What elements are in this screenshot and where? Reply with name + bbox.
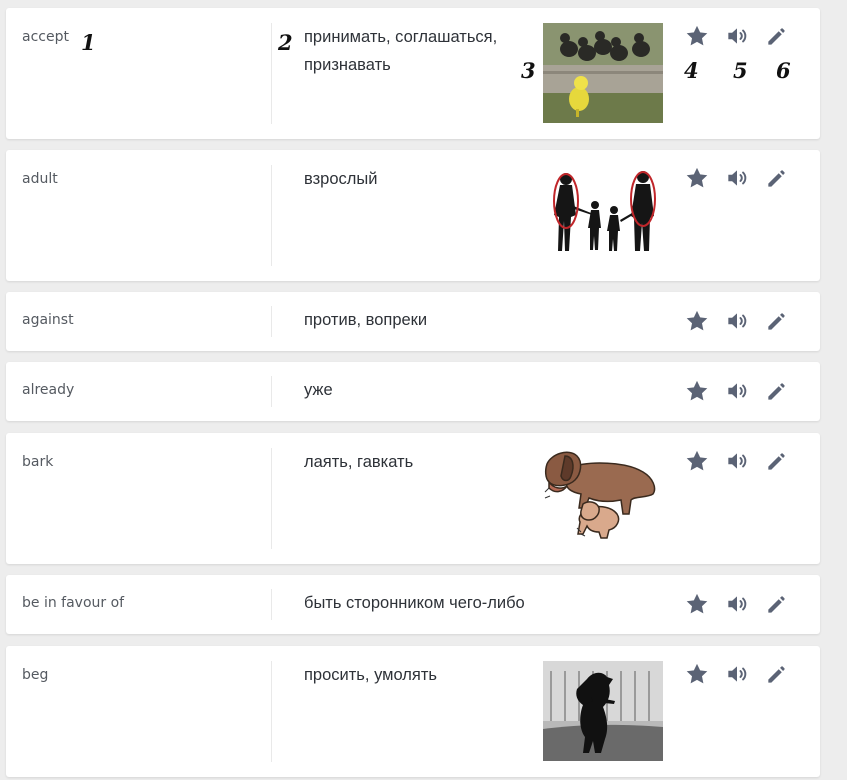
ducklings-image — [543, 23, 663, 123]
pronounce-button[interactable] — [724, 308, 750, 334]
edit-button[interactable] — [764, 23, 790, 49]
callout-number-1: 1 — [81, 30, 96, 55]
word-text: adult — [22, 171, 58, 187]
pronounce-button[interactable] — [724, 661, 750, 687]
column-divider — [271, 448, 272, 549]
word-text: against — [22, 312, 74, 328]
pencil-icon — [764, 591, 790, 617]
speaker-icon — [724, 448, 750, 474]
column-divider — [271, 165, 272, 266]
speaker-icon — [724, 661, 750, 687]
pencil-icon — [764, 308, 790, 334]
star-icon — [684, 378, 710, 404]
translation-text: быть сторонником чего-либо — [304, 594, 525, 612]
edit-button[interactable] — [764, 591, 790, 617]
pencil-icon — [764, 661, 790, 687]
speaker-icon — [724, 23, 750, 49]
favorite-button[interactable] — [684, 661, 710, 687]
favorite-button[interactable] — [684, 378, 710, 404]
column-divider — [271, 661, 272, 762]
begging-dog-image — [543, 661, 663, 761]
pronounce-button[interactable] — [724, 591, 750, 617]
word-text: already — [22, 382, 75, 398]
pencil-icon — [764, 165, 790, 191]
callout-number-2: 2 — [278, 30, 293, 55]
favorite-button[interactable] — [684, 23, 710, 49]
word-card: already уже — [6, 362, 820, 421]
translation-text: взрослый — [304, 170, 378, 188]
speaker-icon — [724, 165, 750, 191]
translation-text: лаять, гавкать — [304, 453, 414, 471]
star-icon — [684, 23, 710, 49]
word-list: accept принимать, соглашаться, признавать… — [0, 0, 847, 780]
column-divider — [271, 23, 272, 124]
word-text: be in favour of — [22, 595, 125, 611]
column-divider — [271, 376, 272, 407]
column-divider — [271, 306, 272, 337]
word-card: bark лаять, гавкать — [6, 433, 820, 564]
favorite-button[interactable] — [684, 165, 710, 191]
star-icon — [684, 591, 710, 617]
pencil-icon — [764, 448, 790, 474]
speaker-icon — [724, 591, 750, 617]
star-icon — [684, 165, 710, 191]
favorite-button[interactable] — [684, 448, 710, 474]
pronounce-button[interactable] — [724, 448, 750, 474]
word-card: beg просить, умолять — [6, 646, 820, 777]
pronounce-button[interactable] — [724, 23, 750, 49]
column-divider — [271, 589, 272, 620]
speaker-icon — [724, 378, 750, 404]
word-card: be in favour of быть сторонником чего-либ… — [6, 575, 820, 634]
word-card: against против, вопреки — [6, 292, 820, 351]
pencil-icon — [764, 378, 790, 404]
edit-button[interactable] — [764, 378, 790, 404]
barking-dogs-image — [543, 448, 663, 548]
pronounce-button[interactable] — [724, 165, 750, 191]
callout-number-4: 4 — [684, 58, 699, 83]
word-card: adult взрослый — [6, 150, 820, 281]
translation-text: против, вопреки — [304, 311, 428, 329]
edit-button[interactable] — [764, 308, 790, 334]
word-text: bark — [22, 454, 54, 470]
edit-button[interactable] — [764, 661, 790, 687]
favorite-button[interactable] — [684, 308, 710, 334]
pencil-icon — [764, 23, 790, 49]
star-icon — [684, 448, 710, 474]
translation-text: уже — [304, 381, 333, 399]
word-text: accept — [22, 29, 69, 45]
word-text: beg — [22, 667, 49, 683]
callout-number-5: 5 — [733, 58, 748, 83]
callout-number-6: 6 — [776, 58, 791, 83]
star-icon — [684, 661, 710, 687]
translation-text: принимать, соглашаться, признавать — [304, 28, 498, 74]
family-silhouette-image — [543, 165, 663, 265]
callout-number-3: 3 — [521, 58, 536, 83]
pronounce-button[interactable] — [724, 378, 750, 404]
edit-button[interactable] — [764, 165, 790, 191]
translation-text: просить, умолять — [304, 666, 438, 684]
edit-button[interactable] — [764, 448, 790, 474]
favorite-button[interactable] — [684, 591, 710, 617]
star-icon — [684, 308, 710, 334]
speaker-icon — [724, 308, 750, 334]
